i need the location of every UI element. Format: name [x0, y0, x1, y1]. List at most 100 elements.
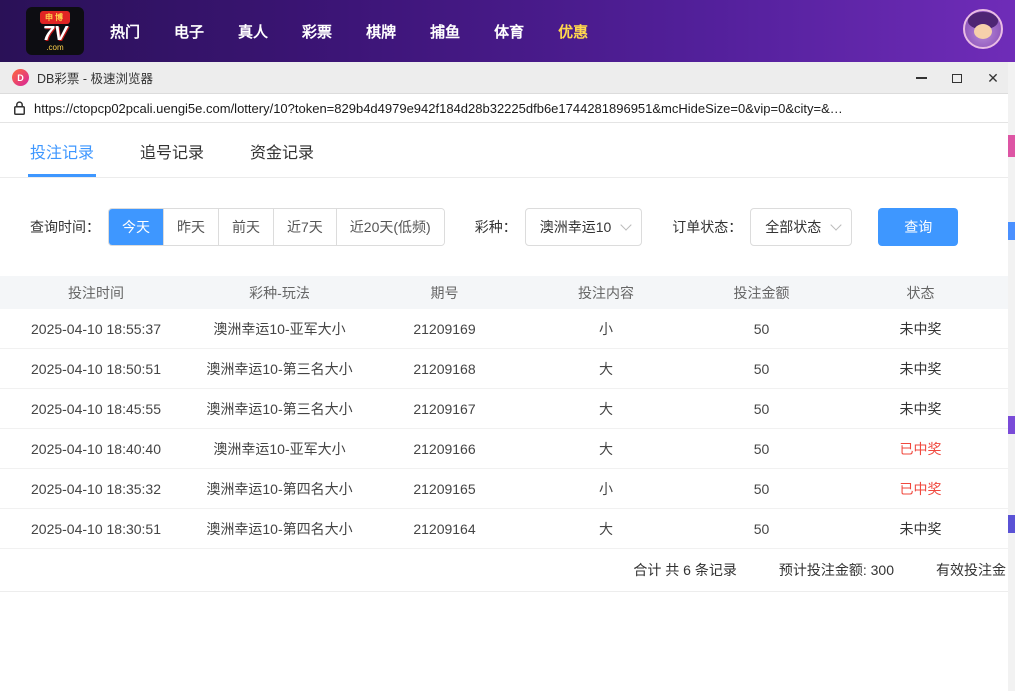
cell-bet-content: 大 [522, 359, 690, 379]
cell-game-play: 澳洲幸运10-第三名大小 [192, 359, 367, 379]
table-row: 2025-04-10 18:30:51澳洲幸运10-第四名大小21209164大… [0, 509, 1008, 549]
app-icon: D [12, 69, 29, 86]
cell-bet-time: 2025-04-10 18:40:40 [0, 441, 192, 457]
nav-item-promo[interactable]: 优惠 [558, 21, 588, 42]
cell-issue: 21209164 [367, 521, 522, 537]
scrollbar-mark-pink [1008, 135, 1015, 157]
logo-main: 7V [43, 24, 67, 44]
time-filter-yesterday[interactable]: 昨天 [163, 209, 218, 245]
site-nav: 热门 电子 真人 彩票 棋牌 捕鱼 体育 优惠 [110, 21, 588, 42]
logo-badge: 申博 [40, 11, 70, 24]
browser-window: D DB彩票 - 极速浏览器 ✕ https://ctopcp02pcali.u… [0, 62, 1015, 691]
cell-game-play: 澳洲幸运10-第四名大小 [192, 519, 367, 539]
cell-bet-time: 2025-04-10 18:55:37 [0, 321, 192, 337]
cell-bet-time: 2025-04-10 18:45:55 [0, 401, 192, 417]
cell-issue: 21209165 [367, 481, 522, 497]
window-controls: ✕ [903, 62, 1011, 94]
nav-item-chess[interactable]: 棋牌 [366, 21, 396, 42]
table-row: 2025-04-10 18:55:37澳洲幸运10-亚军大小21209169小5… [0, 309, 1008, 349]
close-button[interactable]: ✕ [975, 62, 1011, 94]
column-header-status: 状态 [833, 283, 1008, 303]
table-header-row: 投注时间彩种-玩法期号投注内容投注金额状态 [0, 276, 1008, 309]
scrollbar-mark-indigo [1008, 515, 1015, 533]
cell-game-play: 澳洲幸运10-第三名大小 [192, 399, 367, 419]
cell-bet-amount: 50 [690, 441, 833, 457]
order-status-select[interactable]: 全部状态 [750, 208, 852, 246]
cell-status: 已中奖 [833, 479, 1008, 499]
nav-item-fishing[interactable]: 捕鱼 [430, 21, 460, 42]
address-bar[interactable]: https://ctopcp02pcali.uengi5e.com/lotter… [0, 94, 1015, 123]
nav-item-slots[interactable]: 电子 [174, 21, 204, 42]
cell-status: 未中奖 [833, 359, 1008, 379]
cell-bet-content: 大 [522, 439, 690, 459]
lottery-select-label: 彩种： [475, 217, 517, 237]
summary-total: 合计 共 6 条记录 [633, 560, 736, 580]
summary-valid-amount: 有效投注金 [936, 560, 1006, 580]
cell-issue: 21209168 [367, 361, 522, 377]
cell-bet-amount: 50 [690, 481, 833, 497]
cell-status: 已中奖 [833, 439, 1008, 459]
nav-item-sports[interactable]: 体育 [494, 21, 524, 42]
cell-game-play: 澳洲幸运10-亚军大小 [192, 439, 367, 459]
column-header-bet-content: 投注内容 [522, 283, 690, 303]
time-filter-label: 查询时间： [30, 217, 100, 237]
cell-bet-amount: 50 [690, 401, 833, 417]
cell-game-play: 澳洲幸运10-第四名大小 [192, 479, 367, 499]
lottery-select[interactable]: 澳洲幸运10 [525, 208, 643, 246]
url-text[interactable]: https://ctopcp02pcali.uengi5e.com/lotter… [34, 101, 1001, 116]
logo-suffix: .com [46, 44, 63, 52]
time-filter-day-before[interactable]: 前天 [218, 209, 273, 245]
lottery-select-value: 澳洲幸运10 [540, 219, 612, 235]
table-body: 2025-04-10 18:55:37澳洲幸运10-亚军大小21209169小5… [0, 309, 1008, 549]
cell-bet-content: 小 [522, 319, 690, 339]
cell-game-play: 澳洲幸运10-亚军大小 [192, 319, 367, 339]
search-button[interactable]: 查询 [878, 208, 958, 246]
table-row: 2025-04-10 18:50:51澳洲幸运10-第三名大小21209168大… [0, 349, 1008, 389]
page-content: 投注记录 追号记录 资金记录 查询时间： 今天昨天前天近7天近20天(低频) 彩种：… [0, 123, 1008, 592]
column-header-bet-time: 投注时间 [0, 283, 192, 303]
site-logo: 申博 7V .com [26, 7, 84, 55]
order-status-label: 订单状态： [672, 217, 742, 237]
time-filter-last-7-days[interactable]: 近7天 [273, 209, 336, 245]
title-bar: D DB彩票 - 极速浏览器 ✕ [0, 62, 1015, 94]
maximize-button[interactable] [939, 62, 975, 94]
cell-bet-time: 2025-04-10 18:50:51 [0, 361, 192, 377]
nav-item-hot[interactable]: 热门 [110, 21, 140, 42]
order-status-value: 全部状态 [765, 219, 821, 235]
summary-expected-amount: 预计投注金额: 300 [779, 560, 894, 580]
time-filter-today[interactable]: 今天 [109, 209, 163, 245]
avatar[interactable] [963, 9, 1003, 49]
scrollbar[interactable] [1008, 62, 1015, 691]
time-filter-group: 今天昨天前天近7天近20天(低频) [108, 208, 445, 246]
nav-item-live[interactable]: 真人 [238, 21, 268, 42]
time-filter-last-20-days[interactable]: 近20天(低频) [336, 209, 444, 245]
window-title: DB彩票 - 极速浏览器 [37, 68, 153, 87]
nav-item-lottery[interactable]: 彩票 [302, 21, 332, 42]
cell-bet-time: 2025-04-10 18:35:32 [0, 481, 192, 497]
cell-bet-amount: 50 [690, 521, 833, 537]
scrollbar-mark-purple [1008, 416, 1015, 434]
filter-bar: 查询时间： 今天昨天前天近7天近20天(低频) 彩种： 澳洲幸运10 订单状态：… [30, 208, 1008, 246]
table-row: 2025-04-10 18:45:55澳洲幸运10-第三名大小21209167大… [0, 389, 1008, 429]
cell-status: 未中奖 [833, 319, 1008, 339]
tab-fund-records[interactable]: 资金记录 [250, 139, 314, 177]
cell-bet-content: 小 [522, 479, 690, 499]
cell-bet-content: 大 [522, 399, 690, 419]
cell-issue: 21209167 [367, 401, 522, 417]
cell-bet-time: 2025-04-10 18:30:51 [0, 521, 192, 537]
minimize-button[interactable] [903, 62, 939, 94]
tab-bar: 投注记录 追号记录 资金记录 [0, 123, 1008, 178]
column-header-issue: 期号 [367, 283, 522, 303]
table-row: 2025-04-10 18:40:40澳洲幸运10-亚军大小21209166大5… [0, 429, 1008, 469]
summary-bar: 合计 共 6 条记录 预计投注金额: 300 有效投注金 [0, 549, 1008, 592]
cell-status: 未中奖 [833, 399, 1008, 419]
screen: 申博 7V .com 热门 电子 真人 彩票 棋牌 捕鱼 体育 优惠 D DB彩票 - 极速浏… [0, 0, 1015, 691]
lock-icon [14, 101, 25, 115]
tab-chase-records[interactable]: 追号记录 [140, 139, 204, 177]
table-row: 2025-04-10 18:35:32澳洲幸运10-第四名大小21209165小… [0, 469, 1008, 509]
cell-status: 未中奖 [833, 519, 1008, 539]
column-header-bet-amount: 投注金额 [690, 283, 833, 303]
tab-bet-records[interactable]: 投注记录 [30, 139, 94, 177]
cell-bet-amount: 50 [690, 361, 833, 377]
cell-issue: 21209166 [367, 441, 522, 457]
